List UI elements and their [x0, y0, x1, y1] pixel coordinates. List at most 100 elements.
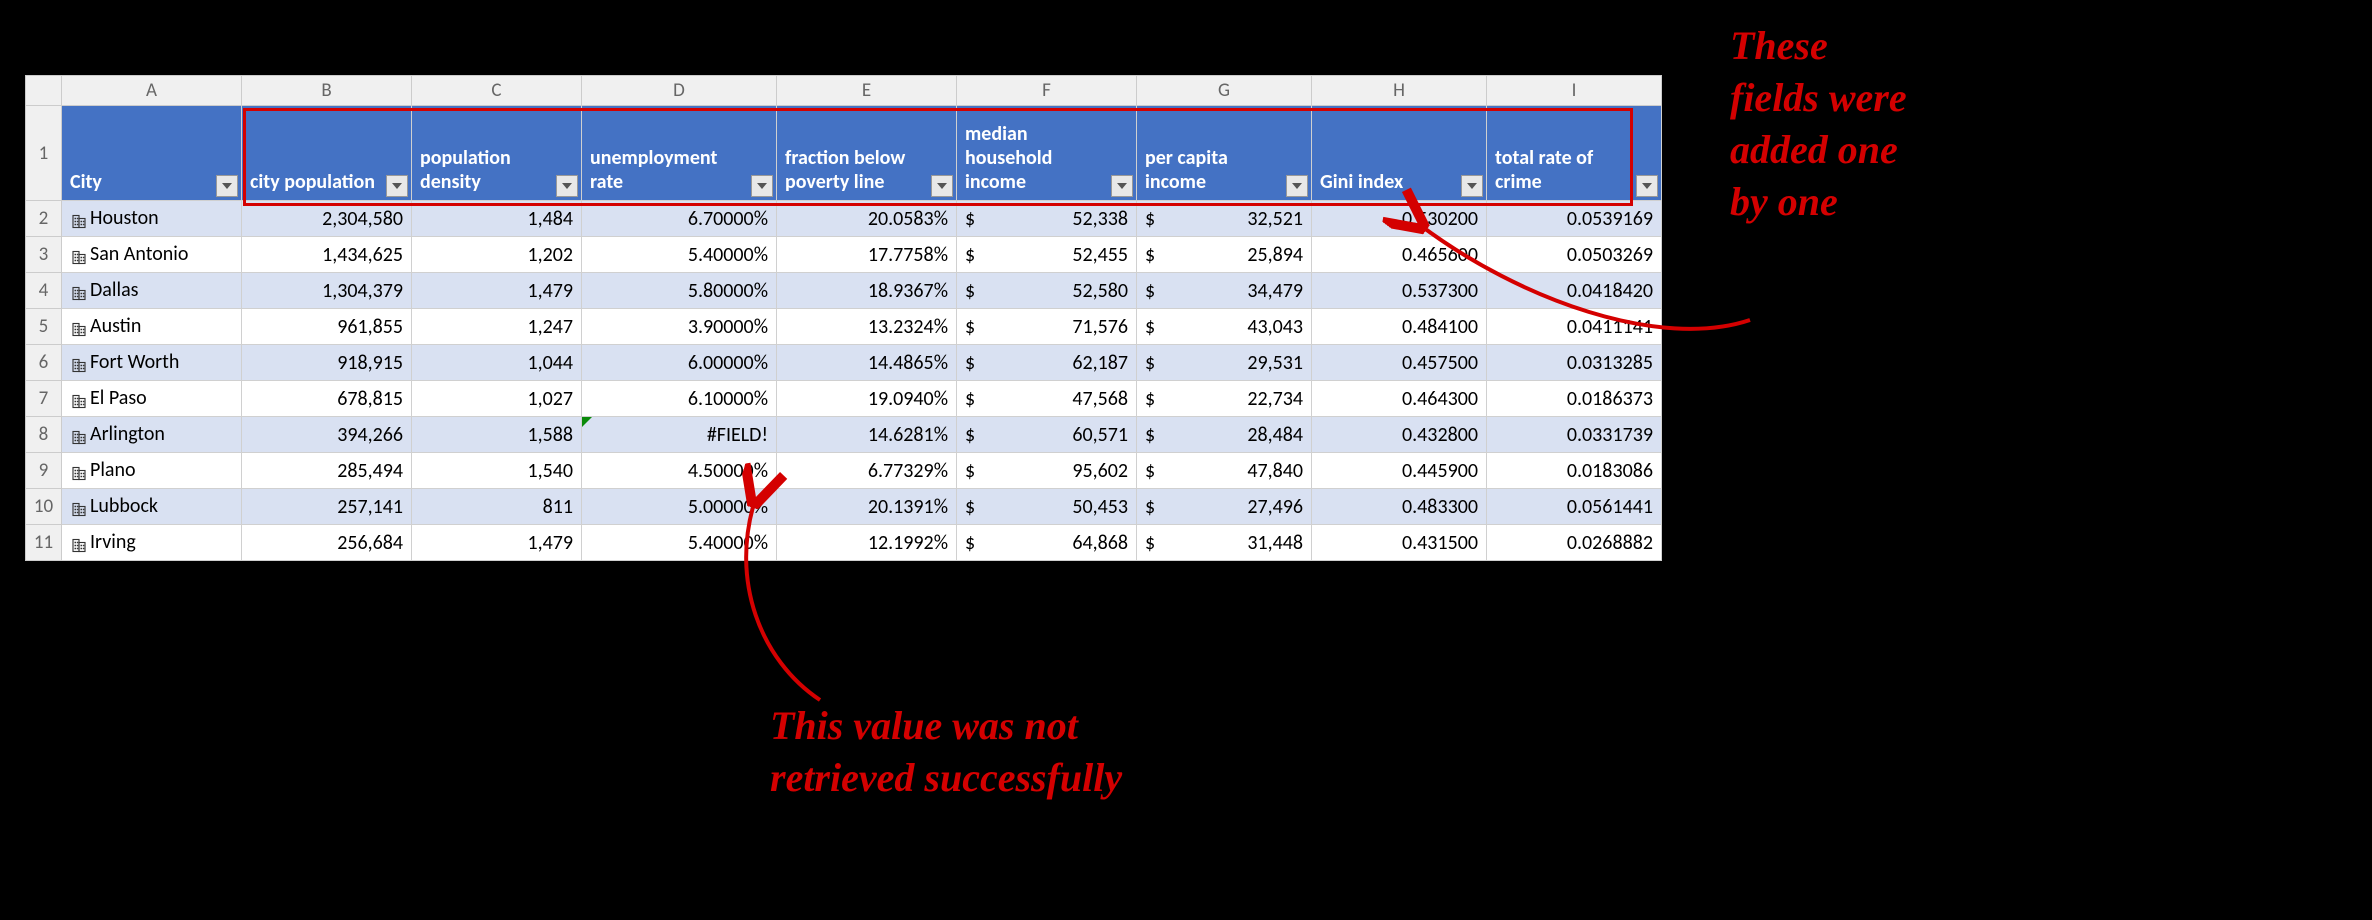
filter-dropdown-icon[interactable] [1111, 175, 1133, 197]
cell-per-capita-income[interactable]: $43,043 [1137, 309, 1312, 345]
row-heading[interactable]: 2 [26, 201, 62, 237]
row-heading[interactable]: 8 [26, 417, 62, 453]
cell-density[interactable]: 1,588 [412, 417, 582, 453]
cell-population[interactable]: 1,434,625 [242, 237, 412, 273]
filter-dropdown-icon[interactable] [1286, 175, 1308, 197]
header-cell-A[interactable]: City [62, 106, 242, 201]
cell-poverty[interactable]: 17.7758% [777, 237, 957, 273]
cell-city[interactable]: Lubbock [62, 489, 242, 525]
header-cell-E[interactable]: fraction below poverty line [777, 106, 957, 201]
row-heading[interactable]: 3 [26, 237, 62, 273]
cell-density[interactable]: 1,479 [412, 273, 582, 309]
cell-per-capita-income[interactable]: $47,840 [1137, 453, 1312, 489]
cell-crime[interactable]: 0.0539169 [1487, 201, 1662, 237]
cell-density[interactable]: 1,027 [412, 381, 582, 417]
cell-crime[interactable]: 0.0331739 [1487, 417, 1662, 453]
cell-unemployment[interactable]: 4.50000% [582, 453, 777, 489]
col-heading[interactable]: D [582, 76, 777, 106]
cell-crime[interactable]: 0.0411141 [1487, 309, 1662, 345]
cell-crime[interactable]: 0.0503269 [1487, 237, 1662, 273]
cell-city[interactable]: Austin [62, 309, 242, 345]
cell-median-income[interactable]: $71,576 [957, 309, 1137, 345]
cell-poverty[interactable]: 19.0940% [777, 381, 957, 417]
cell-unemployment[interactable]: 6.70000% [582, 201, 777, 237]
cell-poverty[interactable]: 20.1391% [777, 489, 957, 525]
cell-density[interactable]: 1,484 [412, 201, 582, 237]
cell-gini[interactable]: 0.465600 [1312, 237, 1487, 273]
header-cell-D[interactable]: unemployment rate [582, 106, 777, 201]
cell-city[interactable]: San Antonio [62, 237, 242, 273]
cell-median-income[interactable]: $52,338 [957, 201, 1137, 237]
cell-poverty[interactable]: 20.0583% [777, 201, 957, 237]
cell-per-capita-income[interactable]: $34,479 [1137, 273, 1312, 309]
row-heading[interactable]: 9 [26, 453, 62, 489]
col-heading[interactable]: I [1487, 76, 1662, 106]
col-heading[interactable]: E [777, 76, 957, 106]
cell-median-income[interactable]: $60,571 [957, 417, 1137, 453]
row-heading[interactable]: 10 [26, 489, 62, 525]
filter-dropdown-icon[interactable] [556, 175, 578, 197]
header-cell-H[interactable]: Gini index [1312, 106, 1487, 201]
header-cell-B[interactable]: city population [242, 106, 412, 201]
cell-median-income[interactable]: $52,455 [957, 237, 1137, 273]
cell-median-income[interactable]: $64,868 [957, 525, 1137, 561]
cell-unemployment[interactable]: 5.80000% [582, 273, 777, 309]
cell-median-income[interactable]: $50,453 [957, 489, 1137, 525]
cell-gini[interactable]: 0.483300 [1312, 489, 1487, 525]
cell-crime[interactable]: 0.0186373 [1487, 381, 1662, 417]
cell-city[interactable]: Plano [62, 453, 242, 489]
cell-per-capita-income[interactable]: $28,484 [1137, 417, 1312, 453]
cell-unemployment[interactable]: 6.10000% [582, 381, 777, 417]
cell-city[interactable]: Dallas [62, 273, 242, 309]
cell-unemployment[interactable]: 5.40000% [582, 237, 777, 273]
cell-gini[interactable]: 0.457500 [1312, 345, 1487, 381]
cell-city[interactable]: Arlington [62, 417, 242, 453]
cell-city[interactable]: Fort Worth [62, 345, 242, 381]
cell-density[interactable]: 1,202 [412, 237, 582, 273]
filter-dropdown-icon[interactable] [216, 175, 238, 197]
col-heading[interactable]: A [62, 76, 242, 106]
cell-gini[interactable]: 0.464300 [1312, 381, 1487, 417]
cell-city[interactable]: El Paso [62, 381, 242, 417]
cell-unemployment[interactable]: 5.40000% [582, 525, 777, 561]
cell-crime[interactable]: 0.0183086 [1487, 453, 1662, 489]
cell-population[interactable]: 394,266 [242, 417, 412, 453]
row-heading[interactable]: 11 [26, 525, 62, 561]
cell-density[interactable]: 1,247 [412, 309, 582, 345]
cell-density[interactable]: 1,540 [412, 453, 582, 489]
header-cell-F[interactable]: median household income [957, 106, 1137, 201]
cell-unemployment[interactable]: #FIELD! [582, 417, 777, 453]
cell-population[interactable]: 285,494 [242, 453, 412, 489]
cell-poverty[interactable]: 14.4865% [777, 345, 957, 381]
cell-unemployment[interactable]: 5.00000% [582, 489, 777, 525]
cell-population[interactable]: 2,304,580 [242, 201, 412, 237]
cell-poverty[interactable]: 14.6281% [777, 417, 957, 453]
cell-population[interactable]: 257,141 [242, 489, 412, 525]
filter-dropdown-icon[interactable] [931, 175, 953, 197]
filter-dropdown-icon[interactable] [1636, 175, 1658, 197]
cell-population[interactable]: 256,684 [242, 525, 412, 561]
cell-median-income[interactable]: $95,602 [957, 453, 1137, 489]
row-heading[interactable]: 6 [26, 345, 62, 381]
cell-poverty[interactable]: 12.1992% [777, 525, 957, 561]
col-heading[interactable]: B [242, 76, 412, 106]
cell-city[interactable]: Houston [62, 201, 242, 237]
filter-dropdown-icon[interactable] [1461, 175, 1483, 197]
col-heading[interactable]: H [1312, 76, 1487, 106]
cell-gini[interactable]: 0.431500 [1312, 525, 1487, 561]
cell-per-capita-income[interactable]: $32,521 [1137, 201, 1312, 237]
cell-density[interactable]: 1,479 [412, 525, 582, 561]
cell-crime[interactable]: 0.0313285 [1487, 345, 1662, 381]
cell-per-capita-income[interactable]: $31,448 [1137, 525, 1312, 561]
filter-dropdown-icon[interactable] [386, 175, 408, 197]
cell-crime[interactable]: 0.0418420 [1487, 273, 1662, 309]
cell-city[interactable]: Irving [62, 525, 242, 561]
cell-per-capita-income[interactable]: $25,894 [1137, 237, 1312, 273]
col-heading[interactable]: C [412, 76, 582, 106]
cell-density[interactable]: 811 [412, 489, 582, 525]
cell-population[interactable]: 678,815 [242, 381, 412, 417]
header-cell-C[interactable]: population density [412, 106, 582, 201]
row-heading[interactable]: 5 [26, 309, 62, 345]
cell-poverty[interactable]: 13.2324% [777, 309, 957, 345]
corner-cell[interactable] [26, 76, 62, 106]
